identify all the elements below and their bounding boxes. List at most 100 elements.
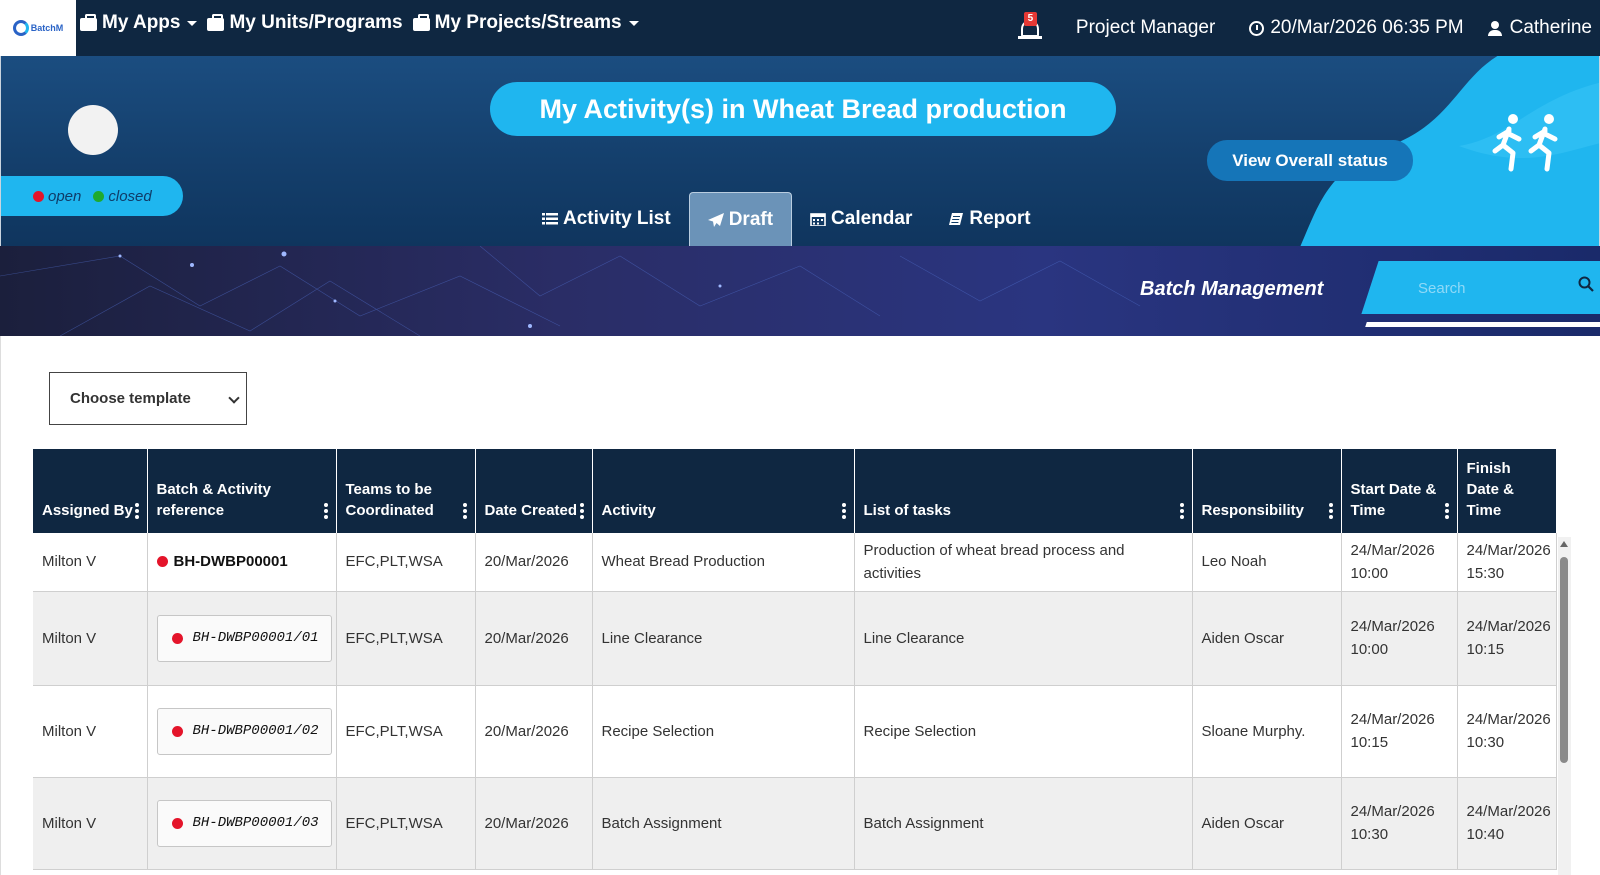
- legend-closed-label: closed: [108, 187, 152, 205]
- table-row[interactable]: Milton V BH-DWBP00001/01 EFC,PLT,WSA 20/…: [33, 591, 1557, 686]
- clock-icon: [1249, 20, 1265, 36]
- cell-teams: EFC,PLT,WSA: [336, 591, 476, 686]
- nav-label: My Projects/Streams: [434, 12, 622, 33]
- avatar[interactable]: [68, 105, 118, 155]
- column-menu-icon[interactable]: [1444, 503, 1449, 519]
- app-logo[interactable]: BatchM: [0, 0, 76, 56]
- page-title: My Activity(s) in Wheat Bread production: [490, 82, 1116, 136]
- cell-assigned-by: Milton V: [33, 777, 148, 870]
- tab-report[interactable]: Report: [930, 192, 1048, 246]
- tab-activity-list[interactable]: Activity List: [524, 192, 689, 246]
- cell-date-created: 20/Mar/2026: [475, 777, 593, 870]
- report-icon: [949, 213, 964, 225]
- top-navbar: BatchM My Apps My Units/Programs My Proj…: [0, 0, 1600, 56]
- cell-finish: 24/Mar/2026 15:30: [1457, 533, 1557, 592]
- column-header-assigned-by[interactable]: Assigned By: [33, 449, 148, 533]
- nav-my-units-programs[interactable]: My Units/Programs: [207, 12, 403, 34]
- cell-responsibility: Sloane Murphy.: [1192, 685, 1342, 778]
- activity-tabs: Activity List Draft Calendar Report: [524, 192, 1049, 246]
- column-menu-icon[interactable]: [1328, 503, 1333, 519]
- notification-badge: 5: [1023, 12, 1037, 26]
- column-menu-icon[interactable]: [1179, 503, 1184, 519]
- column-menu-icon[interactable]: [323, 503, 328, 519]
- cell-activity: Recipe Selection: [592, 685, 855, 778]
- choose-template-select[interactable]: Choose template: [49, 372, 247, 425]
- reference-text: BH-DWBP00001: [173, 553, 288, 571]
- cell-assigned-by: Milton V: [33, 685, 148, 778]
- batch-management-banner: Batch Management: [0, 246, 1600, 336]
- cell-responsibility: Aiden Oscar: [1192, 591, 1342, 686]
- nav-my-apps[interactable]: My Apps: [80, 12, 198, 34]
- hero-header: open closed My Activity(s) in Wheat Brea…: [0, 56, 1600, 246]
- closed-dot-icon: [93, 190, 105, 202]
- cell-start: 24/Mar/2026 10:15: [1341, 685, 1458, 778]
- cell-date-created: 20/Mar/2026: [475, 591, 593, 686]
- reference-button[interactable]: BH-DWBP00001/02: [156, 707, 332, 755]
- nav-label: My Apps: [102, 12, 181, 33]
- column-menu-icon[interactable]: [462, 503, 467, 519]
- column-menu-icon[interactable]: [841, 503, 846, 519]
- column-header-tasks[interactable]: List of tasks: [854, 449, 1193, 533]
- cell-reference: BH-DWBP00001/02: [147, 685, 337, 778]
- nav-label: My Units/Programs: [229, 12, 403, 33]
- cell-reference[interactable]: BH-DWBP00001: [147, 533, 337, 592]
- reference-text: BH-DWBP00001/02: [192, 722, 319, 739]
- tab-label: Report: [969, 208, 1031, 229]
- column-menu-icon[interactable]: [134, 503, 139, 519]
- cell-assigned-by: Milton V: [33, 533, 148, 592]
- column-header-finish[interactable]: Finish Date & Time: [1457, 449, 1557, 533]
- tab-label: Activity List: [563, 208, 671, 229]
- briefcase-icon: [207, 13, 225, 31]
- tab-calendar[interactable]: Calendar: [792, 192, 930, 246]
- cell-finish: 24/Mar/2026 10:30: [1457, 685, 1557, 778]
- column-header-reference[interactable]: Batch & Activity reference: [147, 449, 337, 533]
- reference-text: BH-DWBP00001/01: [192, 629, 319, 646]
- table-row[interactable]: Milton V BH-DWBP00001/02 EFC,PLT,WSA 20/…: [33, 685, 1557, 778]
- main-content: Choose template Assigned By Batch & Acti…: [0, 336, 1600, 875]
- scrollbar-thumb[interactable]: [1560, 557, 1568, 763]
- column-header-date-created[interactable]: Date Created: [475, 449, 593, 533]
- status-legend: open closed: [1, 176, 183, 216]
- user-menu[interactable]: Catherine: [1487, 17, 1592, 39]
- column-header-label: Activity: [601, 502, 656, 519]
- cell-responsibility: Aiden Oscar: [1192, 777, 1342, 870]
- column-header-teams[interactable]: Teams to be Coordinated: [336, 449, 476, 533]
- user-role: Project Manager: [1075, 17, 1216, 38]
- cell-date-created: 20/Mar/2026: [475, 685, 593, 778]
- table-row[interactable]: Milton V BH-DWBP00001/03 EFC,PLT,WSA 20/…: [33, 777, 1557, 870]
- datetime-text: 20/Mar/2026 06:35 PM: [1270, 17, 1464, 38]
- list-icon: [542, 213, 558, 225]
- cell-teams: EFC,PLT,WSA: [336, 533, 476, 592]
- reference-button[interactable]: BH-DWBP00001/03: [156, 799, 332, 847]
- cell-finish: 24/Mar/2026 10:40: [1457, 777, 1557, 870]
- column-menu-icon[interactable]: [579, 503, 584, 519]
- open-status-icon: [171, 725, 183, 737]
- caret-down-icon: [187, 20, 198, 26]
- caret-down-icon: [628, 20, 639, 26]
- search-icon[interactable]: [1578, 276, 1594, 292]
- reference-button[interactable]: BH-DWBP00001/01: [156, 614, 332, 662]
- cell-activity: Batch Assignment: [592, 777, 855, 870]
- view-overall-status-button[interactable]: View Overall status: [1207, 140, 1413, 181]
- search-input[interactable]: [1418, 274, 1568, 302]
- scroll-up-arrow-icon[interactable]: [1560, 541, 1568, 547]
- paper-plane-icon: [707, 212, 724, 227]
- table-scrollbar[interactable]: [1558, 537, 1571, 875]
- cell-assigned-by: Milton V: [33, 591, 148, 686]
- column-header-activity[interactable]: Activity: [592, 449, 855, 533]
- tab-label: Calendar: [831, 208, 913, 229]
- user-name: Catherine: [1509, 17, 1592, 38]
- bell-icon[interactable]: 5: [1017, 12, 1042, 42]
- briefcase-icon: [412, 13, 430, 31]
- column-header-label: Responsibility: [1201, 502, 1305, 519]
- user-icon: [1487, 20, 1502, 36]
- cell-tasks: Production of wheat bread process and ac…: [854, 533, 1193, 592]
- column-header-responsibility[interactable]: Responsibility: [1192, 449, 1342, 533]
- nav-my-projects-streams[interactable]: My Projects/Streams: [412, 12, 639, 34]
- tab-draft[interactable]: Draft: [688, 192, 793, 246]
- column-header-start[interactable]: Start Date & Time: [1341, 449, 1458, 533]
- table-row[interactable]: Milton V BH-DWBP00001 EFC,PLT,WSA 20/Mar…: [33, 533, 1557, 592]
- legend-open-label: open: [48, 187, 82, 205]
- template-select-value: Choose template: [70, 390, 191, 407]
- column-header-label: Assigned By: [42, 502, 133, 519]
